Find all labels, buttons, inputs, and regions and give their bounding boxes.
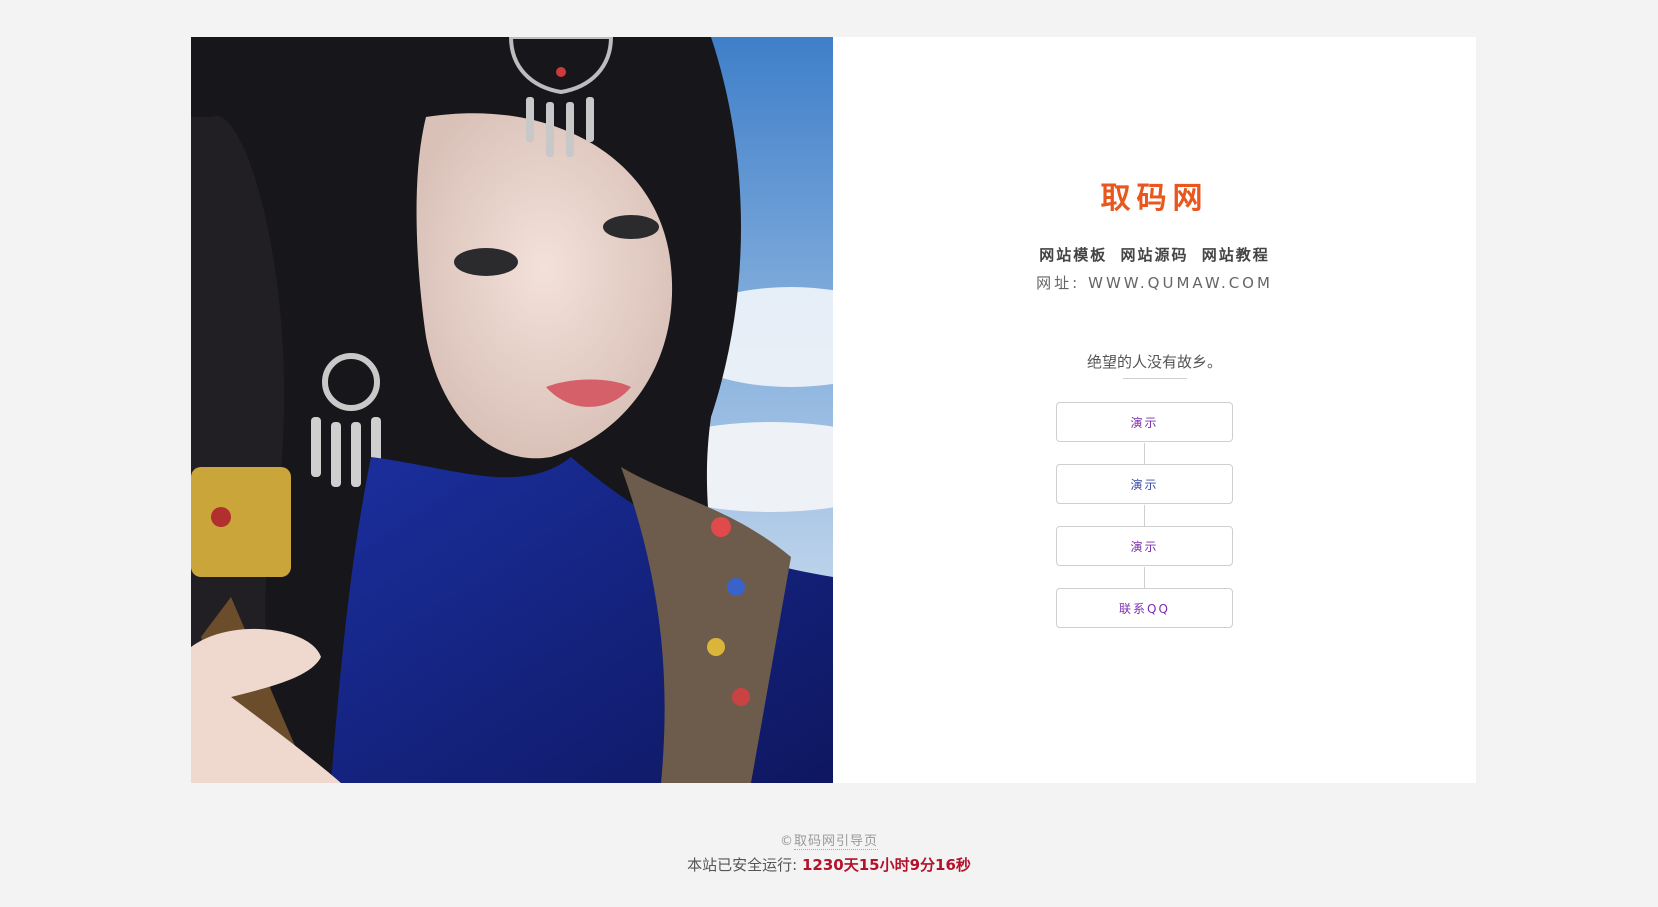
footer-runtime: 本站已安全运行: 1230天15小时9分16秒 bbox=[0, 854, 1658, 875]
runtime-label: 本站已安全运行: bbox=[687, 856, 798, 874]
tag-tutorials: 网站教程 bbox=[1201, 246, 1270, 264]
tag-source: 网站源码 bbox=[1120, 246, 1189, 264]
url-value: WWW.QUMAW.COM bbox=[1088, 274, 1273, 292]
demo-button-1[interactable]: 演示 bbox=[1056, 402, 1233, 442]
main-card: 取码网 网站模板 网站源码 网站教程 网址: WWW.QUMAW.COM 绝望的人… bbox=[191, 37, 1476, 783]
hero-photo bbox=[191, 37, 833, 783]
connector-line bbox=[1144, 505, 1145, 527]
tagline: 网站模板 网站源码 网站教程 bbox=[833, 244, 1476, 265]
runtime-value: 1230天15小时9分16秒 bbox=[801, 856, 971, 874]
footer-copyright: ©取码网引导页 bbox=[0, 830, 1658, 850]
demo-button-3[interactable]: 演示 bbox=[1056, 526, 1233, 566]
url-label: 网址: bbox=[1036, 274, 1081, 292]
contact-qq-button[interactable]: 联系QQ bbox=[1056, 588, 1233, 628]
tag-templates: 网站模板 bbox=[1039, 246, 1108, 264]
divider bbox=[1123, 378, 1187, 379]
quote-text: 绝望的人没有故乡。 bbox=[1086, 353, 1222, 371]
copyright-symbol: © bbox=[779, 834, 794, 849]
site-title: 取码网 bbox=[1100, 181, 1209, 216]
site-url: 网址: WWW.QUMAW.COM bbox=[833, 272, 1476, 293]
info-panel: 取码网 网站模板 网站源码 网站教程 网址: WWW.QUMAW.COM 绝望的人… bbox=[833, 37, 1476, 783]
demo-button-2[interactable]: 演示 bbox=[1056, 464, 1233, 504]
copyright-link[interactable]: 取码网引导页 bbox=[793, 834, 878, 850]
connector-line bbox=[1144, 443, 1145, 465]
connector-line bbox=[1144, 567, 1145, 589]
